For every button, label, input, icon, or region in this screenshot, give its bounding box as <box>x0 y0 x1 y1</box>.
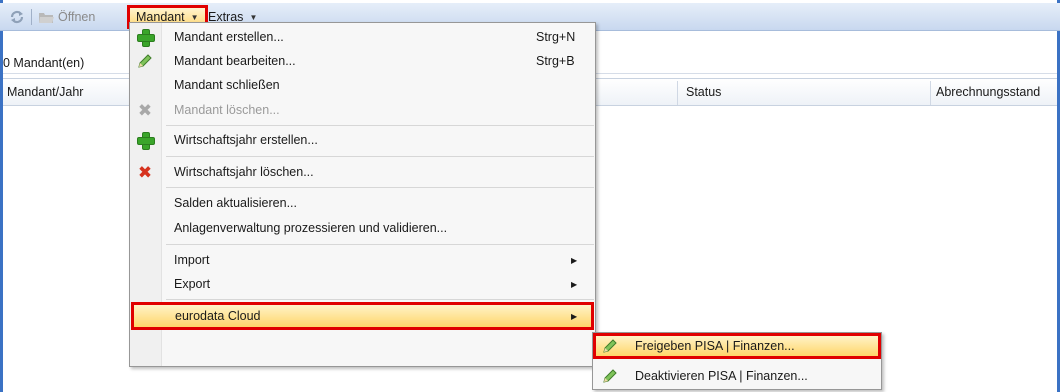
red-x-icon: ✖ <box>137 162 153 182</box>
menu-item-shortcut: Strg+N <box>536 30 576 44</box>
green-plus-icon <box>136 28 155 47</box>
submenu-arrow-icon: ▶ <box>571 311 578 321</box>
menu-separator <box>166 299 594 300</box>
menu-separator <box>166 156 594 157</box>
menu-item-label: Mandant schließen <box>174 78 280 92</box>
menu-item-mandant-schliessen[interactable]: Mandant schließen <box>130 73 595 97</box>
menu-item-import[interactable]: Import ▶ <box>130 248 595 272</box>
submenu-item-label: Deaktivieren PISA | Finanzen... <box>635 369 808 383</box>
menu-item-label: Import <box>174 253 210 267</box>
refresh-button[interactable] <box>8 7 26 27</box>
eurodata-cloud-submenu: Freigeben PISA | Finanzen... Deaktiviere… <box>592 332 882 390</box>
submenu-item-deaktivieren-pisa[interactable]: Deaktivieren PISA | Finanzen... <box>593 363 881 389</box>
menu-item-label: Anlagenverwaltung prozessieren und valid… <box>174 221 448 235</box>
menu-item-label: Mandant bearbeiten... <box>174 54 296 68</box>
menu-item-label: Wirtschaftsjahr erstellen... <box>174 133 318 147</box>
menu-item-wirtschaftsjahr-erstellen[interactable]: Wirtschaftsjahr erstellen... <box>130 128 595 152</box>
submenu-item-label: Freigeben PISA | Finanzen... <box>635 339 795 353</box>
menu-item-wirtschaftsjahr-loeschen[interactable]: ✖ Wirtschaftsjahr löschen... <box>130 160 595 184</box>
green-plus-icon <box>136 131 155 150</box>
menu-item-eurodata-cloud[interactable]: eurodata Cloud ▶ <box>131 302 594 330</box>
menu-item-mandant-erstellen[interactable]: Mandant erstellen... Strg+N <box>130 25 595 49</box>
column-header-abrechnungsstand[interactable]: Abrechnungsstand <box>936 85 1040 99</box>
menu-item-label: Export <box>174 277 211 291</box>
pencil-icon <box>601 337 619 355</box>
pencil-icon <box>136 52 154 70</box>
submenu-item-freigeben-pisa[interactable]: Freigeben PISA | Finanzen... <box>593 333 881 359</box>
menu-item-label: Mandant erstellen... <box>174 30 284 44</box>
menu-item-mandant-loeschen: ✖ Mandant löschen... <box>130 98 595 122</box>
menu-item-salden-aktualisieren[interactable]: Salden aktualisieren... <box>130 191 595 215</box>
open-button[interactable]: Öffnen <box>38 7 95 27</box>
menu-item-anlagenverwaltung[interactable]: Anlagenverwaltung prozessieren und valid… <box>130 216 595 240</box>
menu-separator <box>166 244 594 245</box>
menu-item-mandant-bearbeiten[interactable]: Mandant bearbeiten... Strg+B <box>130 49 595 73</box>
open-button-label: Öffnen <box>58 10 96 24</box>
chevron-down-icon: ▼ <box>249 12 258 22</box>
submenu-arrow-icon: ▶ <box>571 255 578 265</box>
grey-x-icon: ✖ <box>137 100 153 120</box>
menu-item-label: Salden aktualisieren... <box>174 196 297 210</box>
column-header-mandant-jahr[interactable]: Mandant/Jahr <box>7 85 83 99</box>
column-divider[interactable] <box>677 81 678 105</box>
menu-separator <box>166 125 594 126</box>
pencil-icon <box>601 367 619 385</box>
column-divider[interactable] <box>930 81 931 105</box>
column-header-status[interactable]: Status <box>686 85 721 99</box>
record-count: 0 Mandant(en) <box>3 55 85 70</box>
menu-item-label: eurodata Cloud <box>175 309 261 323</box>
menu-item-shortcut: Strg+B <box>536 54 575 68</box>
mandant-dropdown-menu: Mandant erstellen... Strg+N Mandant bear… <box>129 22 596 367</box>
menu-item-label: Mandant löschen... <box>174 103 280 117</box>
folder-open-icon <box>39 13 54 23</box>
menu-item-export[interactable]: Export ▶ <box>130 272 595 296</box>
menu-item-label: Wirtschaftsjahr löschen... <box>174 165 314 179</box>
submenu-arrow-icon: ▶ <box>571 279 578 289</box>
toolbar-separator <box>31 9 32 25</box>
refresh-icon <box>10 10 24 24</box>
chevron-down-icon: ▼ <box>190 12 199 22</box>
menu-separator <box>166 187 594 188</box>
